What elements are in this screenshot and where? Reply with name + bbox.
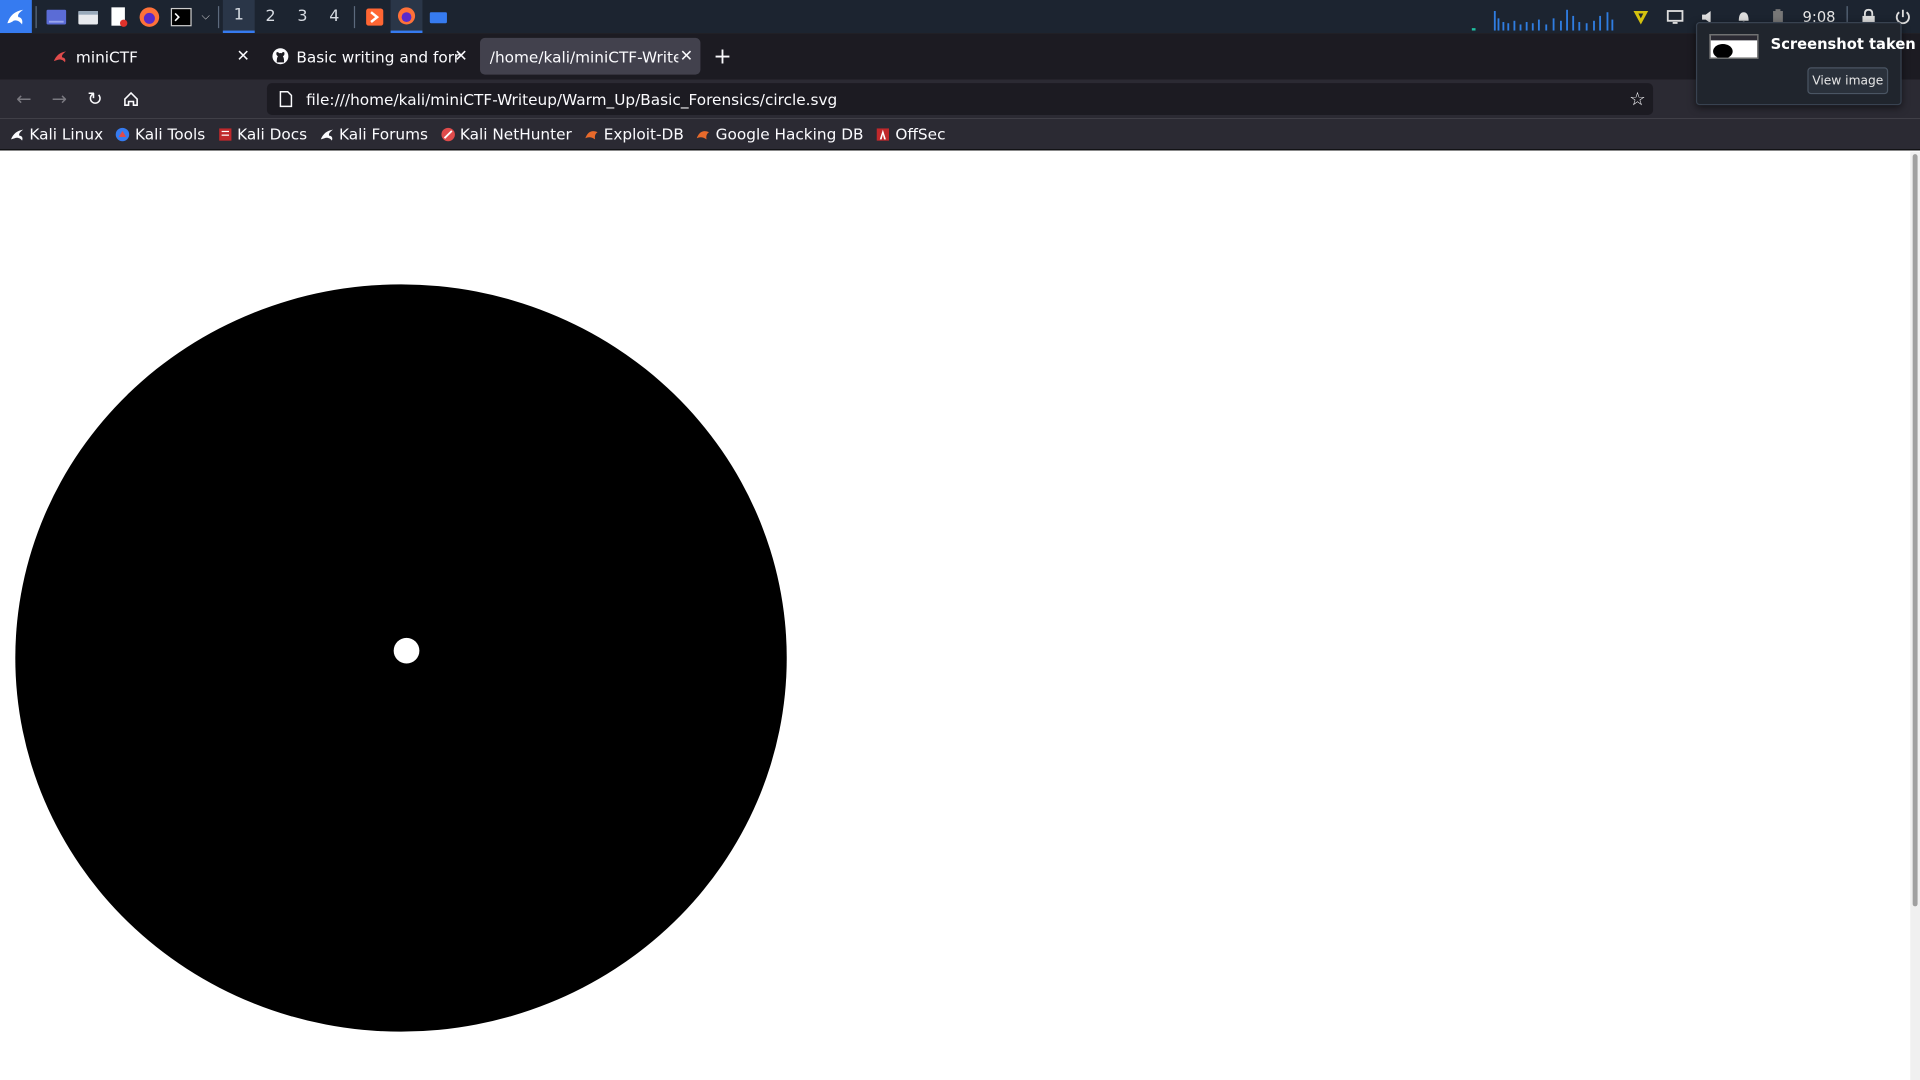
workspace-label: 3 bbox=[297, 7, 308, 26]
workspace-2[interactable]: 2 bbox=[255, 0, 287, 33]
kali-dragon-icon bbox=[7, 9, 24, 24]
panel-separator bbox=[35, 5, 37, 28]
bookmark-exploit-db[interactable]: Exploit-DB bbox=[584, 125, 684, 143]
url-bar[interactable]: file:///home/kali/miniCTF-Writeup/Warm_U… bbox=[266, 83, 1654, 115]
plus-icon: + bbox=[713, 43, 732, 70]
text-editor-launcher[interactable] bbox=[104, 0, 133, 33]
tab-basic-writing[interactable]: Basic writing and formatti ✕ bbox=[262, 38, 475, 75]
taskbar-file-manager[interactable] bbox=[422, 0, 454, 33]
vertical-scrollbar[interactable] bbox=[1910, 151, 1920, 1080]
tab-title: Basic writing and formatti bbox=[296, 47, 460, 66]
desktop-screen: ⌵ 1 2 3 4 9:08 miniCTF ✕ Basic writing a… bbox=[0, 0, 1920, 1080]
workspace-label: 1 bbox=[233, 6, 244, 25]
screenshot-thumbnail bbox=[1709, 34, 1759, 59]
file-manager-launcher[interactable] bbox=[72, 0, 104, 33]
bookmark-kali-nethunter[interactable]: Kali NetHunter bbox=[440, 125, 572, 143]
network-monitor-graph bbox=[1471, 9, 1614, 30]
bookmark-label: Kali Linux bbox=[29, 124, 104, 144]
bookmark-offsec[interactable]: OffSec bbox=[876, 124, 946, 144]
exploit-db-icon bbox=[697, 130, 710, 139]
taskbar-burpsuite[interactable] bbox=[359, 0, 391, 33]
back-button[interactable]: ← bbox=[6, 81, 42, 116]
tab-close-icon[interactable]: ✕ bbox=[236, 47, 249, 65]
exploit-db-icon bbox=[585, 130, 598, 139]
chevron-down-icon: ⌵ bbox=[201, 10, 210, 23]
new-tab-button[interactable]: + bbox=[705, 39, 739, 73]
monitor-icon bbox=[1666, 9, 1684, 24]
bookmark-label: Exploit-DB bbox=[603, 124, 684, 144]
screenshot-notification: Screenshot taken View image bbox=[1695, 22, 1916, 106]
home-icon bbox=[123, 91, 138, 106]
tab-title: miniCTF bbox=[75, 47, 138, 66]
bookmark-kali-tools[interactable]: Kali Tools bbox=[115, 125, 205, 143]
top-panel: ⌵ 1 2 3 4 9:08 bbox=[0, 0, 1920, 34]
tab-close-icon[interactable]: ✕ bbox=[454, 47, 467, 65]
kali-dragon-icon bbox=[11, 129, 24, 141]
svg-document bbox=[15, 284, 787, 1032]
bookmark-kali-linux[interactable]: Kali Linux bbox=[10, 125, 103, 143]
burpsuite-icon bbox=[366, 7, 384, 26]
taskbar-firefox[interactable] bbox=[390, 0, 423, 34]
tab-title: /home/kali/miniCTF-Writeup bbox=[489, 47, 679, 66]
folder-icon bbox=[78, 10, 98, 24]
bookmark-kali-forums[interactable]: Kali Forums bbox=[319, 125, 428, 143]
terminal-icon bbox=[170, 7, 192, 26]
white-dot bbox=[393, 637, 420, 664]
tab-circle-svg[interactable]: /home/kali/miniCTF-Writeup ✕ bbox=[480, 37, 701, 75]
bookmark-google-hacking-db[interactable]: Google Hacking DB bbox=[696, 124, 864, 144]
url-text[interactable]: file:///home/kali/miniCTF-Writeup/Warm_U… bbox=[306, 90, 837, 108]
tab-close-icon[interactable]: ✕ bbox=[680, 47, 693, 65]
view-image-button[interactable]: View image bbox=[1807, 67, 1889, 95]
tab-strip: miniCTF ✕ Basic writing and formatti ✕ /… bbox=[0, 33, 1920, 80]
firefox-icon bbox=[397, 6, 416, 24]
display-tray-icon[interactable] bbox=[1658, 0, 1692, 33]
bookmark-label: Kali Docs bbox=[237, 124, 308, 144]
bookmark-kali-docs[interactable]: Kali Docs bbox=[217, 125, 307, 143]
vpn-tray-icon[interactable] bbox=[1624, 0, 1658, 33]
reload-button[interactable]: ↻ bbox=[77, 81, 113, 116]
page-icon bbox=[279, 90, 293, 108]
vpn-icon bbox=[1633, 10, 1649, 24]
bookmark-label: Kali Forums bbox=[338, 124, 429, 144]
home-button[interactable] bbox=[113, 81, 149, 116]
scrollbar-thumb[interactable] bbox=[1912, 154, 1918, 907]
forward-button[interactable]: → bbox=[42, 81, 78, 116]
reload-icon: ↻ bbox=[87, 88, 103, 111]
bookmarks-toolbar: Kali Linux Kali Tools Kali Docs Kali For… bbox=[0, 118, 1920, 151]
bookmark-star-icon[interactable]: ☆ bbox=[1629, 88, 1645, 110]
firefox-launcher[interactable] bbox=[133, 0, 165, 33]
workspace-label: 4 bbox=[329, 7, 340, 26]
workspace-3[interactable]: 3 bbox=[287, 0, 319, 33]
panel-separator bbox=[353, 5, 356, 28]
kali-dragon-icon bbox=[320, 129, 333, 141]
workspace-label: 2 bbox=[265, 7, 276, 26]
workspace-4[interactable]: 4 bbox=[318, 0, 350, 33]
back-arrow-icon: ← bbox=[16, 88, 32, 111]
kali-tools-icon bbox=[116, 127, 130, 141]
kali-docs-icon bbox=[218, 127, 231, 141]
notification-title: Screenshot taken bbox=[1770, 35, 1916, 53]
navigation-toolbar: ← → ↻ file:///home/kali/miniCTF-Writeup/… bbox=[0, 79, 1920, 119]
bookmark-label: Google Hacking DB bbox=[715, 124, 864, 144]
offsec-icon bbox=[876, 127, 890, 141]
bookmark-label: Kali NetHunter bbox=[459, 124, 572, 144]
forward-arrow-icon: → bbox=[51, 88, 68, 111]
folder-icon bbox=[429, 11, 447, 23]
kali-menu-button[interactable] bbox=[0, 0, 32, 34]
github-icon bbox=[272, 48, 289, 65]
text-editor-icon bbox=[111, 6, 128, 27]
panel-separator bbox=[217, 5, 220, 28]
launcher-dropdown[interactable]: ⌵ bbox=[197, 0, 214, 33]
workspace-1[interactable]: 1 bbox=[222, 0, 255, 34]
bookmark-label: OffSec bbox=[895, 124, 946, 144]
show-desktop-button[interactable] bbox=[40, 0, 72, 33]
bookmark-label: Kali Tools bbox=[135, 124, 206, 144]
desktop-icon bbox=[46, 9, 67, 24]
terminal-launcher[interactable] bbox=[165, 0, 197, 33]
tab-minictf[interactable]: miniCTF ✕ bbox=[42, 38, 258, 75]
kali-dragon-icon bbox=[53, 51, 67, 63]
page-content bbox=[0, 151, 1911, 1080]
firefox-icon bbox=[139, 6, 160, 27]
nethunter-icon bbox=[440, 127, 455, 141]
